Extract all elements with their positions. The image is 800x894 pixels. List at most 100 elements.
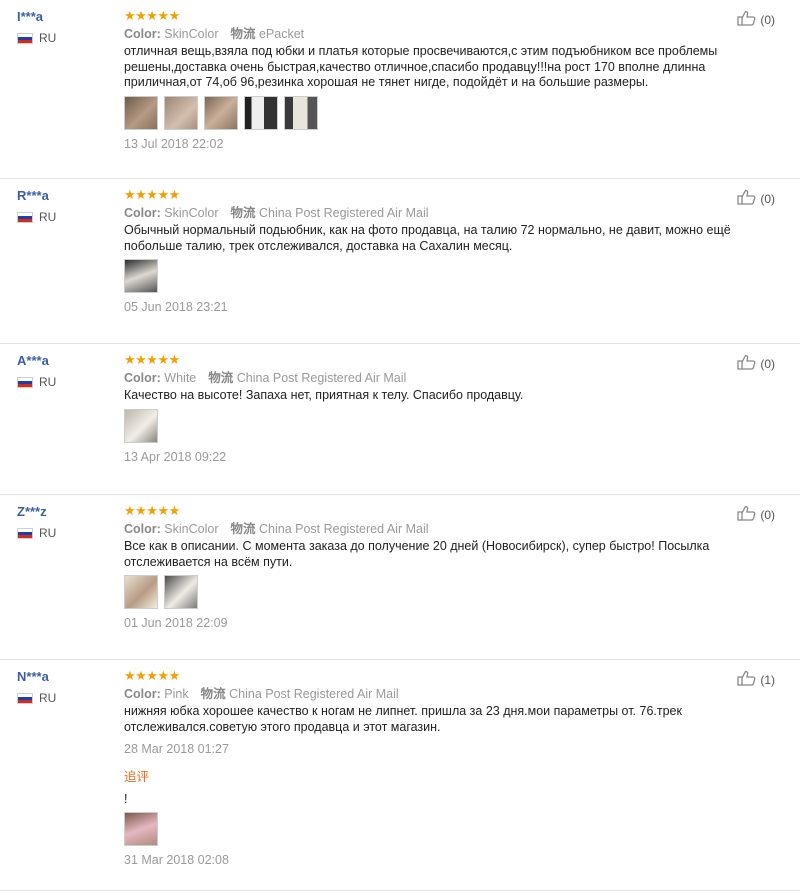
review-photo-thumbnail[interactable] [284,95,318,130]
logistics-label: 物流 [230,522,256,536]
color-label: Color: [124,522,161,536]
reviewer-country: RU [17,210,107,224]
color-value: SkinColor [164,522,219,536]
helpful-button[interactable]: (1) [737,670,775,689]
review-item: Z***z RU ★★★★★ Color: SkinColor 物流 China Pos… [0,495,800,660]
reviewer-info: I***a RU [17,9,107,45]
review-text: Обычный нормальный подьюбник, как на фот… [124,223,731,253]
logistics-value: ePacket [258,27,305,41]
reviewer-info: R***a RU [17,188,107,224]
review-content: ★★★★★ Color: SkinColor 物流 ePacket отличная … [124,9,734,152]
additional-feedback-label: 追评 [124,770,150,784]
star-rating: ★★★★★ [124,668,180,683]
helpful-button[interactable]: (0) [737,189,775,208]
color-label: Color: [124,206,161,220]
review-photos [124,575,734,609]
color-label: Color: [124,27,161,41]
review-item: N***a RU ★★★★★ Color: Pink 物流 China Post Reg… [0,660,800,891]
review-item: A***a RU ★★★★★ Color: White 物流 China Post Re… [0,344,800,495]
thumbs-up-icon [737,670,760,689]
logistics-value: China Post Registered Air Mail [236,371,407,385]
reviewer-name[interactable]: A***a [17,353,107,369]
review-date: 28 Mar 2018 01:27 [124,742,229,756]
logistics-value: China Post Registered Air Mail [258,206,429,220]
helpful-button[interactable]: (0) [737,354,775,373]
review-text: отличная вещь,взяла под юбки и платья ко… [124,44,718,89]
reviewer-name[interactable]: I***a [17,9,107,25]
helpful-button[interactable]: (0) [737,505,775,524]
review-photos [124,408,734,443]
star-rating: ★★★★★ [124,352,180,367]
review-item: I***a RU ★★★★★ Color: SkinColor 物流 ePacket от… [0,0,800,179]
review-photo-thumbnail[interactable] [164,575,198,609]
color-label: Color: [124,371,161,385]
order-info: Color: SkinColor 物流 China Post Registered… [124,521,734,537]
order-info: Color: Pink 物流 China Post Registered Air … [124,686,734,702]
reviewer-info: Z***z RU [17,504,107,540]
review-text: Все как в описании. С момента заказа до … [124,539,710,569]
additional-feedback-date: 31 Mar 2018 02:08 [124,853,229,867]
review-content: ★★★★★ Color: SkinColor 物流 China Post Regis… [124,188,734,315]
review-content: ★★★★★ Color: SkinColor 物流 China Post Regis… [124,504,734,631]
helpful-count: (1) [760,672,775,687]
review-date: 05 Jun 2018 23:21 [124,300,228,314]
review-photo-thumbnail[interactable] [164,95,198,130]
reviewer-name[interactable]: R***a [17,188,107,204]
color-value: SkinColor [164,27,219,41]
order-info: Color: White 物流 China Post Registered Air… [124,370,734,386]
color-value: Pink [164,687,189,701]
review-date: 01 Jun 2018 22:09 [124,616,228,630]
additional-feedback-photos [124,812,734,846]
reviewer-name[interactable]: Z***z [17,504,107,520]
review-text: Качество на высоте! Запаха нет, приятная… [124,388,524,402]
order-info: Color: SkinColor 物流 ePacket [124,26,734,42]
review-photo-thumbnail[interactable] [244,95,278,130]
order-info: Color: SkinColor 物流 China Post Registered… [124,205,734,221]
review-photo-thumbnail[interactable] [204,95,238,130]
helpful-count: (0) [760,507,775,522]
review-photo-thumbnail[interactable] [124,812,158,846]
review-photo-thumbnail[interactable] [124,95,158,130]
country-code: RU [39,691,57,705]
russia-flag-icon [17,32,33,44]
logistics-label: 物流 [230,27,256,41]
review-photos [124,259,734,293]
review-content: ★★★★★ Color: Pink 物流 China Post Registered… [124,669,734,868]
helpful-button[interactable]: (0) [737,10,775,29]
review-photo-thumbnail[interactable] [124,259,158,293]
review-date: 13 Apr 2018 09:22 [124,449,227,464]
reviewer-country: RU [17,375,107,389]
review-photo-thumbnail[interactable] [124,408,158,443]
country-code: RU [39,31,57,45]
reviewer-country: RU [17,526,107,540]
thumbs-up-icon [737,354,760,373]
helpful-count: (0) [760,191,775,206]
review-photos [124,95,734,130]
logistics-label: 物流 [200,687,226,701]
thumbs-up-icon [737,505,760,524]
reviewer-info: N***a RU [17,669,107,705]
star-rating: ★★★★★ [124,503,180,518]
additional-feedback-text: ! [124,792,128,806]
reviewer-name[interactable]: N***a [17,669,107,685]
review-item: R***a RU ★★★★★ Color: SkinColor 物流 China Pos… [0,179,800,344]
color-value: White [164,371,197,385]
reviewer-info: A***a RU [17,353,107,389]
reviewer-country: RU [17,691,107,705]
color-label: Color: [124,687,161,701]
country-code: RU [39,210,57,224]
country-code: RU [39,526,57,540]
logistics-value: China Post Registered Air Mail [229,687,399,701]
helpful-count: (0) [760,12,775,27]
star-rating: ★★★★★ [124,187,180,202]
review-date: 13 Jul 2018 22:02 [124,136,224,151]
review-text: нижняя юбка хорошее качество к ногам не … [124,704,682,734]
reviewer-country: RU [17,31,107,45]
russia-flag-icon [17,376,33,388]
color-value: SkinColor [164,206,219,220]
russia-flag-icon [17,527,33,539]
feedback-list: I***a RU ★★★★★ Color: SkinColor 物流 ePacket от… [0,0,800,891]
russia-flag-icon [17,211,33,223]
thumbs-up-icon [737,10,760,29]
review-photo-thumbnail[interactable] [124,575,158,609]
